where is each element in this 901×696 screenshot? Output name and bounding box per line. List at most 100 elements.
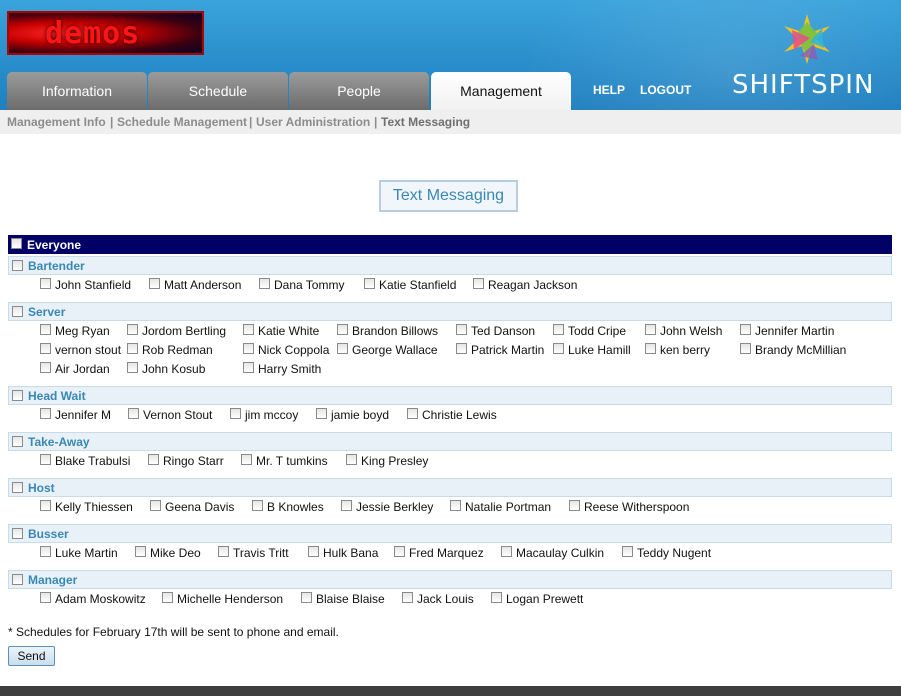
person-checkbox[interactable]	[553, 324, 564, 335]
person-checkbox[interactable]	[243, 324, 254, 335]
person-checkbox[interactable]	[252, 500, 263, 511]
app-header: demos SHIFTSPIN Information Schedule Peo…	[0, 0, 901, 110]
person-checkbox[interactable]	[40, 500, 51, 511]
person-checkbox[interactable]	[740, 324, 751, 335]
person-checkbox[interactable]	[316, 408, 327, 419]
demos-logo: demos	[7, 11, 204, 55]
everyone-checkbox[interactable]	[11, 238, 22, 249]
person-checkbox[interactable]	[740, 343, 751, 354]
person-checkbox[interactable]	[218, 546, 229, 557]
person-checkbox[interactable]	[230, 408, 241, 419]
group-checkbox[interactable]	[12, 436, 23, 447]
person-checkbox[interactable]	[346, 454, 357, 465]
subnav-separator: |	[374, 115, 378, 129]
person-checkbox[interactable]	[150, 500, 161, 511]
person-checkbox[interactable]	[450, 500, 461, 511]
person-checkbox[interactable]	[341, 500, 352, 511]
subnav-schedule-management[interactable]: Schedule Management	[117, 115, 247, 129]
send-button[interactable]: Send	[8, 646, 55, 666]
person-checkbox[interactable]	[148, 454, 159, 465]
person-checkbox[interactable]	[301, 592, 312, 603]
logout-link[interactable]: LOGOUT	[640, 83, 691, 97]
person-checkbox[interactable]	[127, 362, 138, 373]
person-checkbox[interactable]	[40, 546, 51, 557]
person-checkbox[interactable]	[40, 592, 51, 603]
person-checkbox[interactable]	[407, 408, 418, 419]
group-checkbox[interactable]	[12, 260, 23, 271]
person-name: Natalie Portman	[465, 500, 552, 514]
person-checkbox[interactable]	[40, 362, 51, 373]
person-name: Brandy McMillian	[755, 343, 847, 357]
person-name: Blake Trabulsi	[55, 454, 131, 468]
person-checkbox[interactable]	[127, 324, 138, 335]
person-checkbox[interactable]	[135, 546, 146, 557]
person-checkbox[interactable]	[456, 343, 467, 354]
person-checkbox[interactable]	[491, 592, 502, 603]
person-checkbox[interactable]	[456, 324, 467, 335]
person-name: Macaulay Culkin	[516, 546, 605, 560]
person-name: Jessie Berkley	[356, 500, 434, 514]
tab-information[interactable]: Information	[7, 72, 147, 110]
person-checkbox[interactable]	[394, 546, 405, 557]
group-checkbox[interactable]	[12, 528, 23, 539]
group-checkbox[interactable]	[12, 482, 23, 493]
tab-schedule[interactable]: Schedule	[148, 72, 288, 110]
person-checkbox[interactable]	[40, 278, 51, 289]
group-label: Busser	[28, 527, 69, 541]
person-name: John Welsh	[660, 324, 723, 338]
group-checkbox[interactable]	[12, 306, 23, 317]
person-checkbox[interactable]	[308, 546, 319, 557]
schedule-note: * Schedules for February 17th will be se…	[8, 625, 339, 639]
person-name: Vernon Stout	[143, 408, 213, 422]
person-checkbox[interactable]	[40, 408, 51, 419]
person-name: Geena Davis	[165, 500, 235, 514]
person-checkbox[interactable]	[40, 454, 51, 465]
help-link[interactable]: HELP	[593, 83, 625, 97]
group-checkbox[interactable]	[12, 574, 23, 585]
person-checkbox[interactable]	[243, 362, 254, 373]
person-name: Reese Witherspoon	[584, 500, 690, 514]
person-name: B Knowles	[267, 500, 324, 514]
person-checkbox[interactable]	[473, 278, 484, 289]
person-checkbox[interactable]	[128, 408, 139, 419]
person-name: Hulk Bana	[323, 546, 379, 560]
person-checkbox[interactable]	[337, 324, 348, 335]
person-checkbox[interactable]	[645, 324, 656, 335]
person-name: Adam Moskowitz	[55, 592, 146, 606]
person-checkbox[interactable]	[645, 343, 656, 354]
person-name: Brandon Billows	[352, 324, 439, 338]
person-checkbox[interactable]	[622, 546, 633, 557]
group-label: Server	[28, 305, 66, 319]
subnav-management-info[interactable]: Management Info	[7, 115, 106, 129]
person-name: Travis Tritt	[233, 546, 289, 560]
person-name: Matt Anderson	[164, 278, 242, 292]
person-name: John Kosub	[142, 362, 206, 376]
person-checkbox[interactable]	[149, 278, 160, 289]
person-checkbox[interactable]	[243, 343, 254, 354]
person-checkbox[interactable]	[40, 343, 51, 354]
subnav-text-messaging[interactable]: Text Messaging	[381, 115, 470, 129]
person-name: Dana Tommy	[274, 278, 345, 292]
person-checkbox[interactable]	[402, 592, 413, 603]
person-checkbox[interactable]	[337, 343, 348, 354]
person-checkbox[interactable]	[553, 343, 564, 354]
sub-navigation: Management Info | Schedule Management | …	[0, 110, 901, 134]
person-name: Katie Stanfield	[379, 278, 457, 292]
person-checkbox[interactable]	[501, 546, 512, 557]
person-checkbox[interactable]	[127, 343, 138, 354]
person-checkbox[interactable]	[40, 324, 51, 335]
person-checkbox[interactable]	[259, 278, 270, 289]
person-checkbox[interactable]	[241, 454, 252, 465]
person-checkbox[interactable]	[162, 592, 173, 603]
subnav-user-administration[interactable]: User Administration	[256, 115, 370, 129]
tab-people[interactable]: People	[289, 72, 429, 110]
person-name: Harry Smith	[258, 362, 322, 376]
group-checkbox[interactable]	[12, 390, 23, 401]
group-header-head-wait: Head Wait	[8, 386, 892, 405]
person-checkbox[interactable]	[364, 278, 375, 289]
group-header-busser: Busser	[8, 524, 892, 543]
person-name: Meg Ryan	[55, 324, 110, 338]
tab-management[interactable]: Management	[431, 72, 571, 110]
person-checkbox[interactable]	[569, 500, 580, 511]
person-name: Logan Prewett	[506, 592, 584, 606]
